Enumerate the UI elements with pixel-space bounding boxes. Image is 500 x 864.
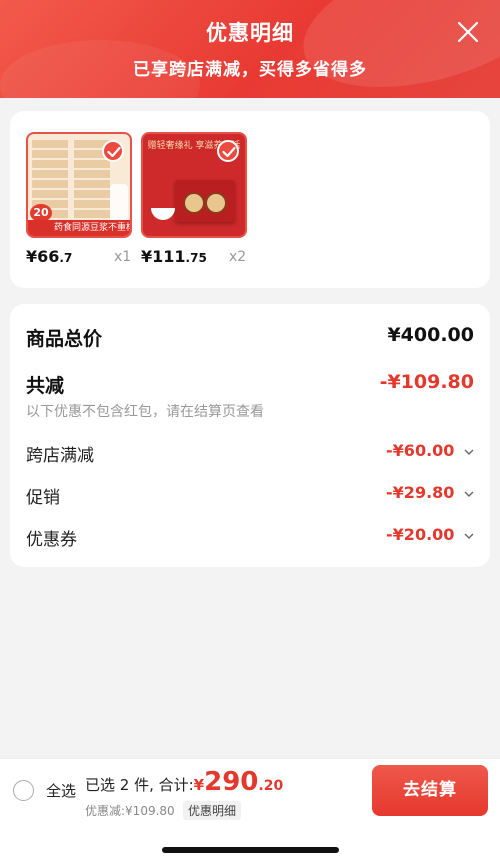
products-card: 20 药食同源豆浆不重样 ¥66.7 x1 赠轻奢缘礼 享滋养生活 ¥111.7… (10, 111, 490, 288)
discount-summary-text: 优惠减:¥109.80 (85, 804, 175, 818)
header-decoration (288, 0, 500, 98)
select-all-radio[interactable] (13, 780, 34, 801)
product-thumbnail[interactable]: 20 药食同源豆浆不重样 (26, 132, 132, 238)
price-summary-card: 商品总价 ¥400.00 共减 -¥109.80 以下优惠不包含红包，请在结算页… (10, 304, 490, 567)
discount-amount: -¥29.80 (386, 483, 455, 502)
total-amount-decimal: .20 (258, 778, 284, 794)
total-reduce-label: 共减 (26, 375, 65, 397)
discount-amount: -¥60.00 (386, 441, 455, 460)
checkout-bar: 全选 已选 2 件, 合计:¥290.20 优惠减:¥109.80 优惠明细 去… (0, 758, 500, 820)
price-integer: ¥111 (141, 247, 186, 266)
discount-label: 跨店满减 (26, 446, 94, 466)
discount-row-coupon[interactable]: 优惠券 -¥20.00 (26, 525, 474, 550)
discount-detail-toggle[interactable]: 优惠明细 (183, 801, 242, 820)
discount-amount: -¥20.00 (386, 525, 455, 544)
product-item[interactable]: 赠轻奢缘礼 享滋养生活 ¥111.75 x2 (141, 132, 247, 266)
selected-check (102, 140, 124, 162)
home-indicator[interactable] (162, 847, 339, 853)
checkout-button[interactable]: 去结算 (372, 765, 488, 816)
product-thumbnail[interactable]: 赠轻奢缘礼 享滋养生活 (141, 132, 247, 238)
discount-value[interactable]: -¥29.80 (386, 483, 474, 502)
total-price-label: 商品总价 (26, 328, 103, 350)
total-price-row: 商品总价 ¥400.00 (26, 324, 474, 350)
price-integer: ¥66 (26, 247, 60, 266)
close-button[interactable] (456, 20, 480, 44)
discount-row-cross-store[interactable]: 跨店满减 -¥60.00 (26, 441, 474, 466)
chevron-down-icon (464, 449, 474, 455)
product-quantity: x2 (229, 249, 247, 265)
product-banner-text: 药食同源豆浆不重样 (28, 220, 130, 236)
page-subtitle: 已享跨店满减，买得多省得多 (133, 60, 367, 80)
total-price-value: ¥400.00 (387, 324, 474, 346)
discount-label: 促销 (26, 488, 60, 508)
product-price: ¥66.7 (26, 247, 72, 266)
discount-label: 优惠券 (26, 530, 77, 550)
check-icon (222, 146, 236, 158)
check-icon (107, 146, 121, 158)
discount-value[interactable]: -¥60.00 (386, 441, 474, 460)
price-decimal: .75 (185, 251, 207, 265)
chevron-down-icon (464, 491, 474, 497)
discount-row-promotion[interactable]: 促销 -¥29.80 (26, 483, 474, 508)
discount-note: 以下优惠不包含红包，请在结算页查看 (26, 404, 264, 420)
close-icon (457, 21, 479, 43)
total-reduce-value: -¥109.80 (379, 371, 474, 393)
price-decimal: .7 (59, 251, 73, 265)
total-amount-integer: 290 (204, 767, 259, 797)
product-disc-image (205, 192, 227, 214)
product-quantity: x1 (114, 249, 132, 265)
selected-count-text: 已选 2 件, 合计: (85, 776, 194, 794)
product-disc-image (183, 192, 205, 214)
total-currency: ¥ (193, 776, 205, 794)
discount-value[interactable]: -¥20.00 (386, 525, 474, 544)
product-price: ¥111.75 (141, 247, 207, 266)
bowl-image (151, 208, 175, 220)
milk-glass-image (110, 184, 128, 224)
select-all-label[interactable]: 全选 (46, 780, 76, 801)
discount-detail-header: 优惠明细 已享跨店满减，买得多省得多 (0, 0, 500, 98)
total-reduce-row: 共减 -¥109.80 (26, 371, 474, 397)
selected-check (217, 140, 239, 162)
product-item[interactable]: 20 药食同源豆浆不重样 ¥66.7 x1 (26, 132, 132, 266)
page-title: 优惠明细 (206, 21, 294, 45)
selected-summary: 已选 2 件, 合计:¥290.20 (85, 767, 283, 797)
bottom-safe-area (0, 820, 500, 864)
chevron-down-icon (464, 533, 474, 539)
